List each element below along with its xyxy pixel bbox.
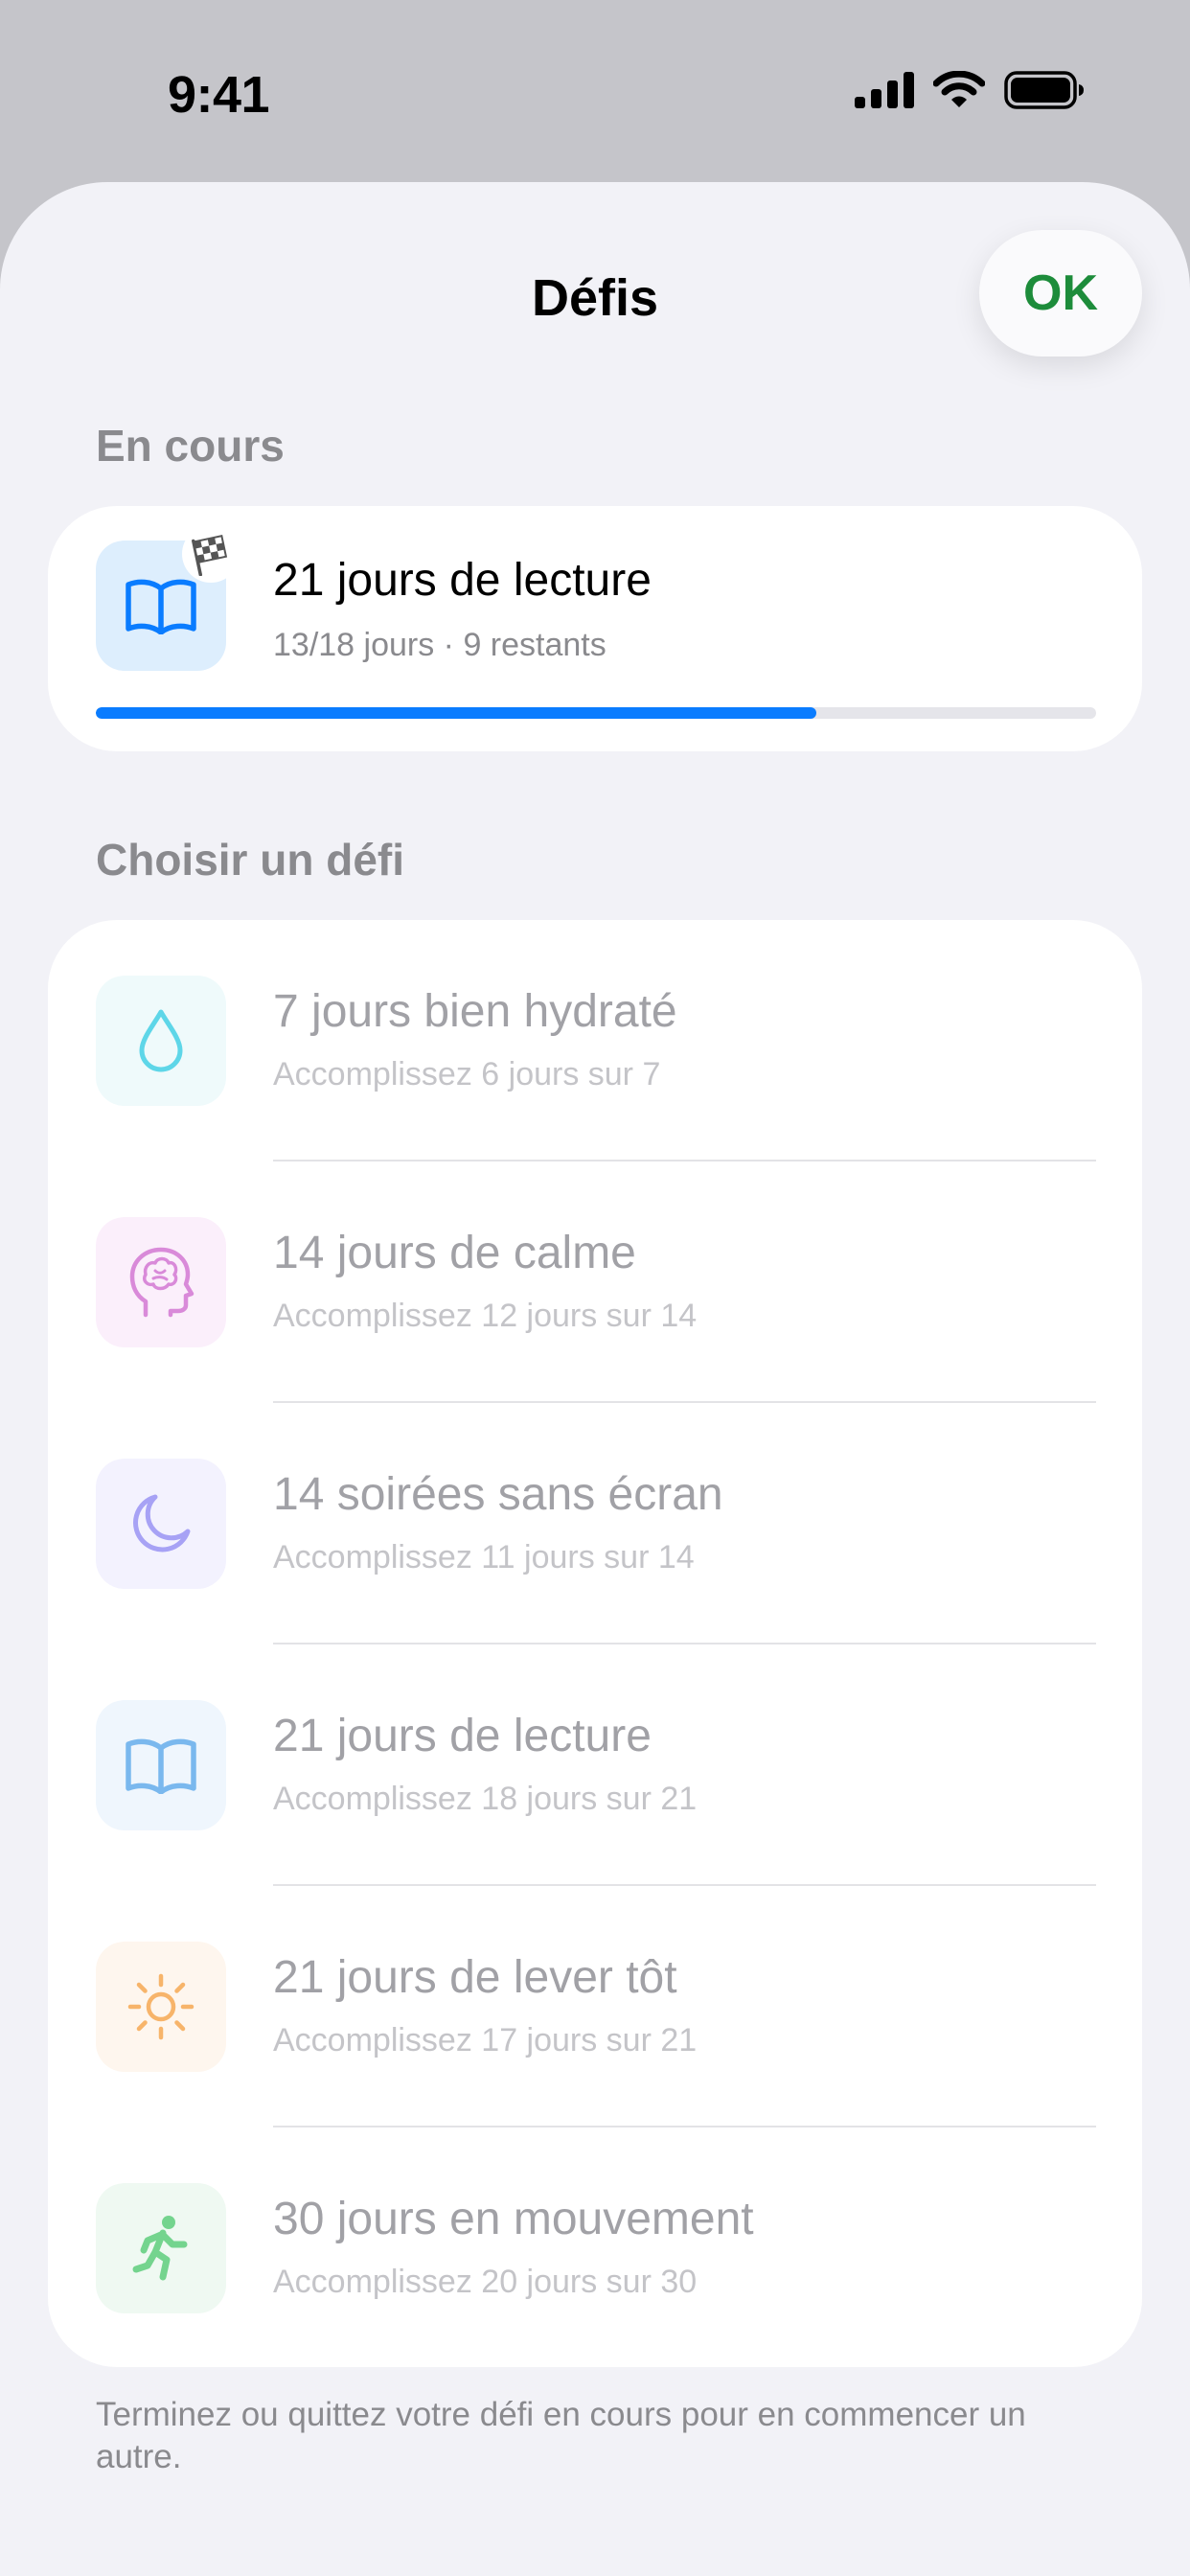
challenge-title: 14 jours de calme — [273, 1228, 636, 1278]
challenge-row-calm[interactable]: 14 jours de calme Accomplissez 12 jours … — [48, 1162, 1142, 1403]
challenge-row-reading[interactable]: 21 jours de lecture Accomplissez 18 jour… — [48, 1644, 1142, 1886]
footer-note: Terminez ou quittez votre défi en cours … — [96, 2396, 1026, 2475]
hydration-icon-tile — [96, 976, 226, 1106]
challenge-title: 21 jours de lever tôt — [273, 1952, 677, 2003]
sun-icon — [127, 1973, 195, 2040]
current-challenge-title: 21 jours de lecture — [273, 555, 652, 606]
calm-icon-tile — [96, 1217, 226, 1347]
reading-icon-tile — [96, 1700, 226, 1830]
challenge-subtitle: Accomplissez 12 jours sur 14 — [273, 1298, 698, 1334]
checkered-flag-icon — [192, 535, 228, 576]
flag-badge — [182, 525, 240, 583]
challenge-subtitle: Accomplissez 11 jours sur 14 — [273, 1539, 695, 1576]
status-icons — [855, 71, 1085, 109]
challenge-list-card: 7 jours bien hydraté Accomplissez 6 jour… — [48, 920, 1142, 2367]
movement-icon-tile — [96, 2183, 226, 2313]
challenge-title: 30 jours en mouvement — [273, 2194, 754, 2244]
current-challenge-card[interactable]: 21 jours de lecture 13/18 jours · 9 rest… — [48, 506, 1142, 751]
challenge-row-no-screen[interactable]: 14 soirées sans écran Accomplissez 11 jo… — [48, 1403, 1142, 1644]
challenge-subtitle: Accomplissez 18 jours sur 21 — [273, 1781, 698, 1817]
challenge-title: 7 jours bien hydraté — [273, 986, 677, 1037]
current-challenge-progress-track — [96, 707, 1096, 719]
challenge-subtitle: Accomplissez 17 jours sur 21 — [273, 2022, 698, 2058]
battery-icon — [1004, 71, 1084, 109]
challenge-row-hydration[interactable]: 7 jours bien hydraté Accomplissez 6 jour… — [48, 920, 1142, 1162]
status-bar: 9:41 — [0, 0, 1190, 182]
brain-head-icon — [129, 1247, 195, 1318]
early-rise-icon-tile — [96, 1942, 226, 2072]
cellular-signal-icon — [855, 72, 914, 108]
challenge-subtitle: Accomplissez 20 jours sur 30 — [273, 2264, 698, 2300]
challenge-row-early-rise[interactable]: 21 jours de lever tôt Accomplissez 17 jo… — [48, 1886, 1142, 2128]
challenges-sheet: Défis OK En cours 21 jours de lecture 13… — [0, 182, 1190, 2576]
book-icon — [126, 579, 196, 634]
challenge-title: 21 jours de lecture — [273, 1711, 652, 1761]
section-header-in-progress: En cours — [96, 421, 285, 471]
status-time: 9:41 — [168, 66, 270, 124]
book-icon — [126, 1738, 196, 1794]
challenge-title: 14 soirées sans écran — [273, 1469, 723, 1520]
challenge-subtitle: Accomplissez 6 jours sur 7 — [273, 1056, 661, 1092]
wifi-icon — [933, 71, 985, 107]
running-figure-icon — [132, 2216, 188, 2281]
section-header-choose: Choisir un défi — [96, 835, 404, 885]
moon-icon — [133, 1494, 191, 1552]
no-screen-icon-tile — [96, 1459, 226, 1589]
ok-button[interactable]: OK — [979, 230, 1142, 356]
challenge-row-movement[interactable]: 30 jours en mouvement Accomplissez 20 jo… — [48, 2128, 1142, 2369]
current-challenge-subtitle: 13/18 jours · 9 restants — [273, 627, 606, 663]
water-drop-icon — [139, 1009, 183, 1072]
current-challenge-progress-fill — [96, 707, 816, 719]
